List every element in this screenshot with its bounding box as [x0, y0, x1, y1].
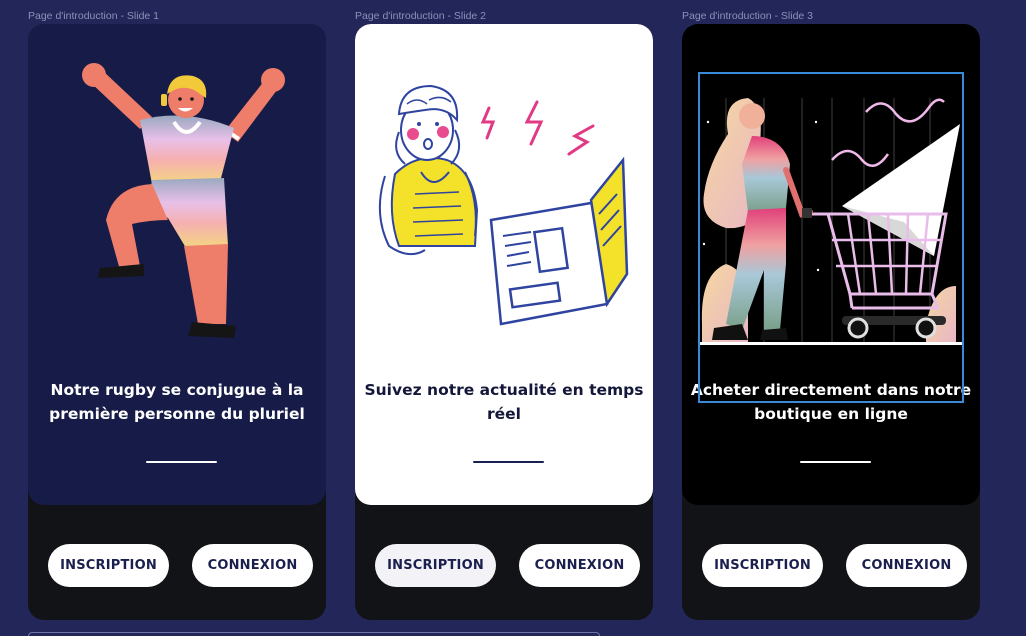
bottom-frame-edge — [28, 632, 600, 636]
slide-1-login-button[interactable]: CONNEXION — [192, 544, 313, 587]
slide-1-divider — [146, 461, 217, 463]
shopping-cart-icon — [700, 98, 962, 345]
slide-3-signup-button[interactable]: INSCRIPTION — [702, 544, 823, 587]
slide-2-divider — [473, 461, 544, 463]
frame-label-slide-3[interactable]: Page d'introduction - Slide 3 — [682, 10, 813, 22]
slide-3-divider — [800, 461, 871, 463]
slide-3-panel: Acheter directement dans notre boutique … — [682, 24, 980, 505]
slide-2-frame[interactable]: Suivez notre actualité en temps réel INS… — [355, 24, 653, 620]
slide-1-panel: Notre rugby se conjugue à la première pe… — [28, 24, 326, 505]
frame-label-slide-1[interactable]: Page d'introduction - Slide 1 — [28, 10, 159, 22]
slide-2-caption: Suivez notre actualité en temps réel — [364, 381, 644, 423]
slide-2-signup-button[interactable]: INSCRIPTION — [375, 544, 496, 587]
frame-label-slide-2[interactable]: Page d'introduction - Slide 2 — [355, 10, 486, 22]
newspaper-reader-icon — [378, 84, 629, 326]
slide-3-frame[interactable]: Acheter directement dans notre boutique … — [682, 24, 980, 620]
slide-3-login-button[interactable]: CONNEXION — [846, 544, 967, 587]
slide-2-login-button[interactable]: CONNEXION — [519, 544, 640, 587]
slide-3-caption: Acheter directement dans notre boutique … — [690, 381, 972, 423]
design-canvas: Page d'introduction - Slide 1 Notre rugb… — [0, 0, 1026, 636]
slide-1-frame[interactable]: Notre rugby se conjugue à la première pe… — [28, 24, 326, 620]
slide-1-signup-button[interactable]: INSCRIPTION — [48, 544, 169, 587]
slide-2-panel: Suivez notre actualité en temps réel — [355, 24, 653, 505]
slide-1-caption: Notre rugby se conjugue à la première pe… — [49, 381, 305, 423]
rugby-player-icon — [82, 63, 285, 338]
